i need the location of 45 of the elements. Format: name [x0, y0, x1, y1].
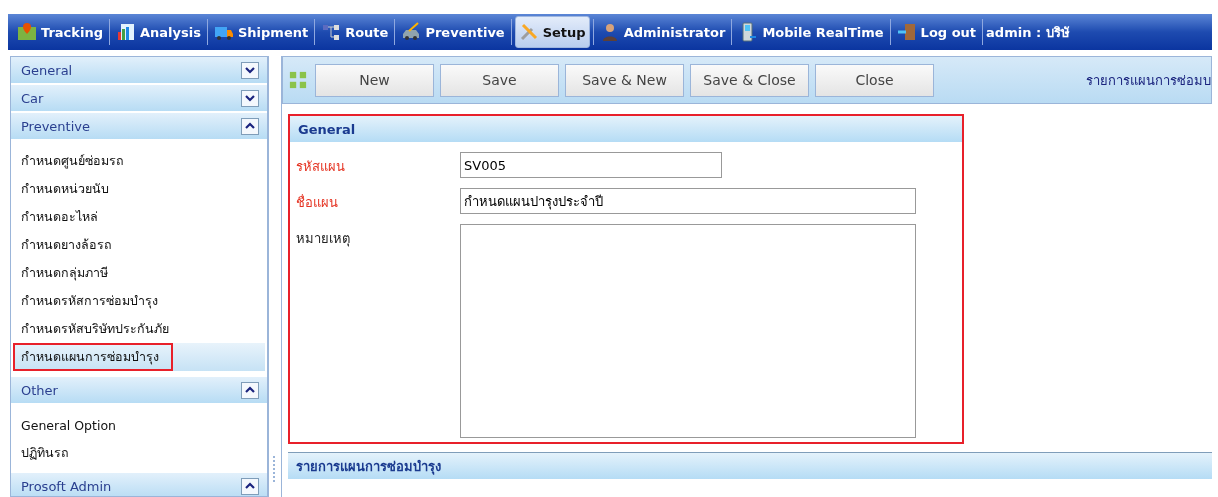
section-title: General: [298, 121, 356, 137]
sidebar-item[interactable]: กำหนดรหัสบริษัทประกันภัย: [13, 315, 265, 343]
toolbar-button[interactable]: Save & Close: [690, 63, 809, 97]
sidebar-section-header[interactable]: Car: [11, 85, 267, 113]
sidebar-section-header[interactable]: Other: [11, 377, 267, 405]
page-title: รายการแผนการซ่อมบ: [1086, 71, 1211, 90]
route-icon: [321, 22, 342, 42]
bar-chart-icon: [116, 22, 136, 42]
menu-item[interactable]: Log out: [893, 16, 980, 48]
input-field[interactable]: กำหนดแผนปารุงประจำปี: [460, 188, 916, 214]
sidebar-item[interactable]: กำหนดหน่วยนับ: [13, 175, 265, 203]
menu-item[interactable]: Analysis: [113, 16, 204, 48]
menu-item[interactable]: Preventive: [398, 16, 508, 48]
toolbar-button[interactable]: Save: [440, 63, 559, 97]
sidebar-item[interactable]: กำหนดแผนการซ่อมบำรุง: [13, 343, 265, 371]
car-icon: [401, 22, 422, 42]
sidebar-item[interactable]: กำหนดศูนย์ซ่อมรถ: [13, 147, 265, 175]
toolbar-button[interactable]: New: [315, 63, 434, 97]
sidebar-section-header[interactable]: Preventive: [11, 113, 267, 141]
section-title: รายการแผนการซ่อมบำรุง: [296, 457, 441, 477]
map-icon: [17, 22, 37, 42]
sidebar-section-header[interactable]: Prosoft Admin: [11, 473, 267, 496]
input-field[interactable]: SV005: [460, 152, 722, 178]
sidebar-item[interactable]: กำหนดกลุ่มภาษี: [13, 259, 265, 287]
field-label: รหัสแผน: [295, 158, 346, 176]
menu-item[interactable]: Route: [318, 16, 392, 48]
menu-item[interactable]: Setup: [514, 16, 590, 48]
sidebar-item[interactable]: กำหนดรหัสการซ่อมบำรุง: [13, 287, 265, 315]
menu-item[interactable]: Tracking: [14, 16, 106, 48]
sidebar-section-header[interactable]: General: [11, 57, 267, 85]
sidebar-item[interactable]: กำหนดอะไหล่: [13, 203, 265, 231]
door-icon: [896, 22, 917, 42]
sidebar-item[interactable]: General Option: [13, 411, 265, 439]
sidebar-item[interactable]: ปฏิทินรถ: [13, 439, 265, 467]
menu-item[interactable]: Mobile RealTime: [735, 16, 887, 48]
menu-item[interactable]: Shipment: [210, 16, 312, 48]
toolbar-button[interactable]: Save & New: [565, 63, 684, 97]
field-label: หมายเหตุ: [295, 230, 351, 249]
menu-item[interactable]: Administrator: [596, 16, 729, 48]
user-name: admin : บริษั: [986, 23, 1070, 42]
text-area[interactable]: [460, 224, 916, 438]
tools-icon: [518, 22, 539, 42]
field-label: ชื่อแผน: [295, 193, 339, 212]
sidebar-item[interactable]: กำหนดยางล้อรถ: [13, 231, 265, 259]
toolbar-button[interactable]: Close: [815, 63, 934, 97]
